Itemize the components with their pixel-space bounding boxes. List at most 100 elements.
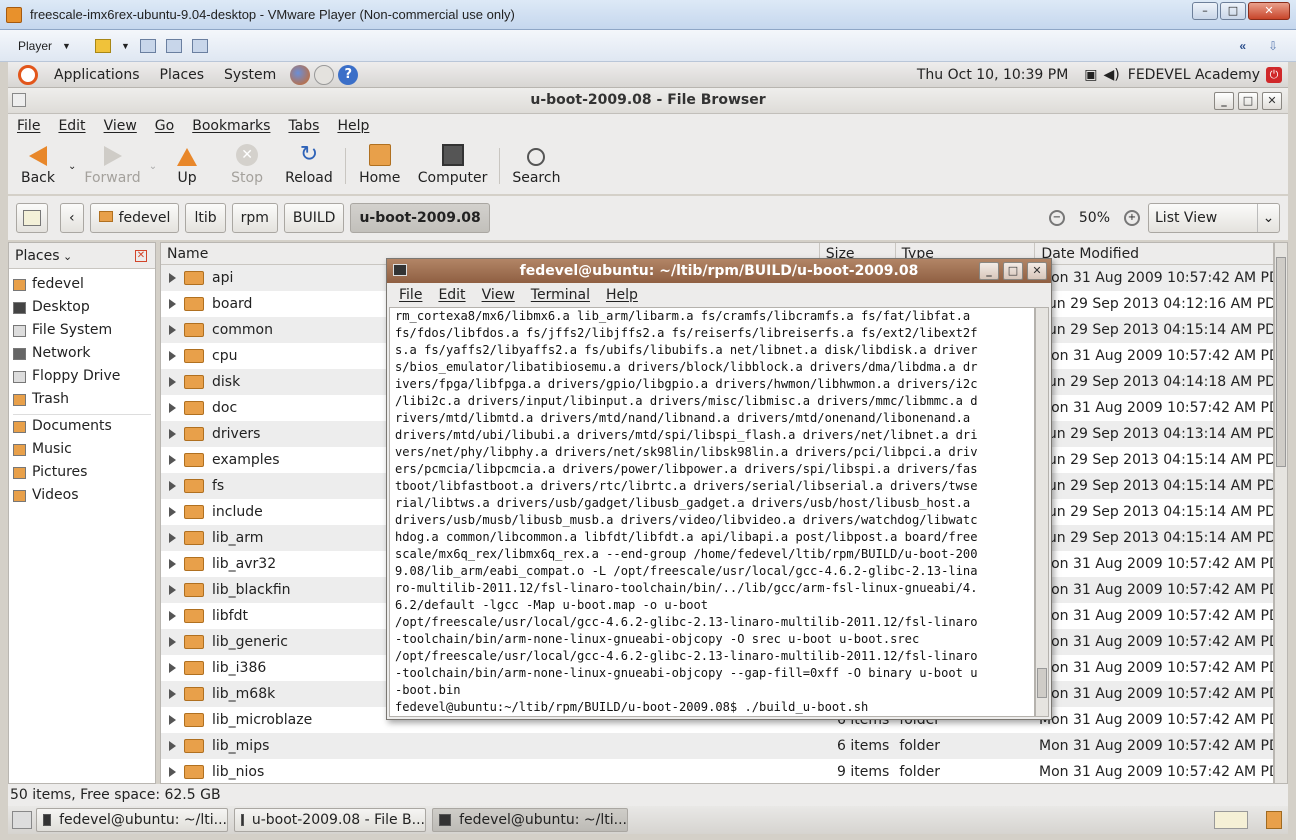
expander-icon[interactable] — [169, 481, 176, 491]
terminal-close-button[interactable]: ✕ — [1027, 262, 1047, 280]
network-status-icon[interactable]: ▣ — [1084, 67, 1097, 83]
vmware-minimize-button[interactable]: – — [1192, 2, 1218, 20]
column-header-date[interactable]: Date Modified — [1035, 243, 1273, 264]
path-scroll-left-button[interactable]: ‹ — [60, 203, 84, 233]
expander-icon[interactable] — [169, 689, 176, 699]
places-menu[interactable]: Places — [150, 67, 215, 83]
network-icon[interactable] — [139, 38, 156, 53]
zoom-out-icon[interactable]: − — [1048, 210, 1065, 226]
expander-icon[interactable] — [169, 377, 176, 387]
expander-icon[interactable] — [169, 611, 176, 621]
vmware-maximize-button[interactable]: □ — [1220, 2, 1246, 20]
help-icon[interactable]: ? — [338, 64, 359, 85]
firefox-icon[interactable] — [290, 64, 311, 85]
show-desktop-icon[interactable] — [12, 811, 32, 829]
terminal-menu-view[interactable]: View — [474, 287, 523, 303]
crumb-fedevel[interactable]: fedevel — [89, 203, 180, 233]
menu-bookmarks[interactable]: Bookmarks — [183, 118, 279, 134]
expander-icon[interactable] — [169, 533, 176, 543]
close-sidebar-icon[interactable]: ✕ — [135, 250, 147, 262]
terminal-menu-terminal[interactable]: Terminal — [523, 287, 598, 303]
zoom-in-icon[interactable]: + — [1124, 210, 1140, 226]
panel-user[interactable]: FEDEVEL Academy — [1128, 67, 1260, 83]
stop-button[interactable]: ✕ Stop — [217, 144, 277, 194]
window-menu-icon[interactable] — [12, 93, 26, 107]
view-mode-select[interactable]: List View ⌄ — [1148, 203, 1280, 233]
sidebar-item-desktop[interactable]: Desktop — [9, 296, 155, 319]
chevron-down-icon[interactable]: ▼ — [62, 41, 71, 51]
expander-icon[interactable] — [169, 273, 176, 283]
sidebar-item-videos[interactable]: Videos — [9, 484, 155, 507]
expander-icon[interactable] — [169, 299, 176, 309]
taskbar-button[interactable]: u-boot-2009.08 - File B... — [234, 808, 426, 832]
terminal-menu-help[interactable]: Help — [598, 287, 646, 303]
fullscreen-icon[interactable] — [165, 38, 182, 53]
search-button[interactable]: Search — [504, 148, 568, 194]
trash-icon[interactable] — [1266, 811, 1282, 829]
vmware-close-button[interactable]: ✕ — [1248, 2, 1290, 20]
forward-button[interactable]: Forward — [76, 146, 148, 194]
scrollbar-thumb[interactable] — [1276, 257, 1286, 467]
mail-icon[interactable] — [314, 64, 335, 85]
unity-icon[interactable] — [191, 38, 208, 53]
taskbar-button[interactable]: fedevel@ubuntu: ~/lti... — [36, 808, 228, 832]
panel-clock[interactable]: Thu Oct 10, 10:39 PM — [917, 67, 1068, 83]
applications-menu[interactable]: Applications — [44, 67, 150, 83]
crumb-u-boot[interactable]: u-boot-2009.08 — [350, 203, 490, 233]
table-row[interactable]: lib_mips 6 items folder Mon 31 Aug 2009 10:… — [161, 733, 1273, 759]
expander-icon[interactable] — [169, 715, 176, 725]
volume-icon[interactable]: ◀) — [1104, 67, 1120, 83]
toggle-location-entry-button[interactable] — [16, 203, 48, 233]
computer-button[interactable]: Computer — [410, 144, 496, 194]
reload-button[interactable]: ↻ Reload — [277, 144, 341, 194]
power-icon[interactable]: ⏻ — [1266, 67, 1282, 83]
pause-icon[interactable] — [94, 38, 111, 53]
terminal-maximize-button[interactable]: □ — [1003, 262, 1023, 280]
sidebar-item-music[interactable]: Music — [9, 438, 155, 461]
sidebar-item-fedevel[interactable]: fedevel — [9, 273, 155, 296]
terminal-scrollbar[interactable] — [1035, 307, 1049, 717]
table-row[interactable]: lib_nios 9 items folder Mon 31 Aug 2009 10:… — [161, 759, 1273, 783]
terminal-menu-edit[interactable]: Edit — [430, 287, 473, 303]
workspace-switcher[interactable] — [1214, 811, 1248, 829]
terminal-minimize-button[interactable]: _ — [979, 262, 999, 280]
expander-icon[interactable] — [169, 325, 176, 335]
menu-help[interactable]: Help — [328, 118, 378, 134]
back-button[interactable]: Back — [8, 146, 68, 194]
zoom-level[interactable]: 50% — [1073, 210, 1116, 226]
download-icon[interactable]: ⇩ — [1268, 39, 1278, 53]
expander-icon[interactable] — [169, 637, 176, 647]
double-chevron-left-icon[interactable]: « — [1239, 39, 1246, 53]
terminal-output[interactable]: rm_cortexa8/mx6/libmx6.a lib_arm/libarm.… — [389, 307, 1035, 717]
sidebar-item-documents[interactable]: Documents — [9, 415, 155, 438]
menu-edit[interactable]: Edit — [49, 118, 94, 134]
up-button[interactable]: Up — [157, 148, 217, 194]
file-list-scrollbar[interactable] — [1274, 242, 1288, 784]
home-button[interactable]: Home — [350, 144, 410, 194]
expander-icon[interactable] — [169, 429, 176, 439]
system-menu[interactable]: System — [214, 67, 286, 83]
taskbar-button[interactable]: fedevel@ubuntu: ~/lti... — [432, 808, 628, 832]
sidebar-item-network[interactable]: Network — [9, 342, 155, 365]
sidebar-item-pictures[interactable]: Pictures — [9, 461, 155, 484]
sidebar-item-file-system[interactable]: File System — [9, 319, 155, 342]
menu-tabs[interactable]: Tabs — [279, 118, 328, 134]
maximize-button[interactable]: □ — [1238, 92, 1258, 110]
expander-icon[interactable] — [169, 741, 176, 751]
expander-icon[interactable] — [169, 351, 176, 361]
close-button[interactable]: ✕ — [1262, 92, 1282, 110]
terminal-menu-file[interactable]: File — [391, 287, 430, 303]
minimize-button[interactable]: _ — [1214, 92, 1234, 110]
menu-go[interactable]: Go — [146, 118, 183, 134]
expander-icon[interactable] — [169, 403, 176, 413]
player-menu[interactable]: Player — [18, 39, 52, 53]
expander-icon[interactable] — [169, 663, 176, 673]
forward-history-dropdown[interactable]: ⌄ — [149, 161, 157, 172]
crumb-build[interactable]: BUILD — [283, 203, 345, 233]
scrollbar-thumb[interactable] — [1037, 668, 1047, 698]
sidebar-header[interactable]: Places ⌄ ✕ — [9, 243, 155, 269]
expander-icon[interactable] — [169, 507, 176, 517]
crumb-ltib[interactable]: ltib — [185, 203, 226, 233]
expander-icon[interactable] — [169, 767, 176, 777]
menu-file[interactable]: File — [8, 118, 49, 134]
